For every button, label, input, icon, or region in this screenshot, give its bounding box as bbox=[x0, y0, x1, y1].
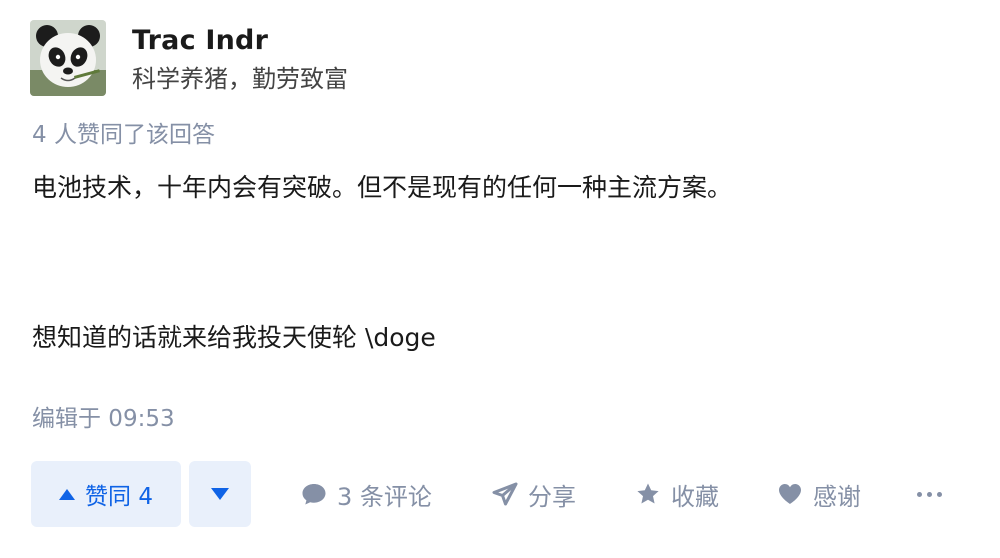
downvote-triangle-icon bbox=[211, 488, 229, 500]
more-button[interactable] bbox=[917, 461, 942, 527]
comments-label: 3 条评论 bbox=[337, 482, 432, 511]
thanks-label: 感谢 bbox=[813, 482, 861, 511]
heart-icon bbox=[777, 482, 803, 506]
author-info: Trac Indr 科学养猪，勤劳致富 bbox=[132, 20, 348, 96]
vote-summary[interactable]: 4 人赞同了该回答 bbox=[32, 120, 215, 150]
upvote-triangle-icon bbox=[59, 488, 76, 500]
thanks-button[interactable]: 感谢 bbox=[777, 461, 861, 527]
star-icon bbox=[635, 482, 661, 506]
paper-plane-icon bbox=[492, 482, 518, 506]
author-name[interactable]: Trac Indr bbox=[132, 24, 348, 58]
more-dots-icon bbox=[917, 491, 942, 497]
answer-paragraph: 想知道的话就来给我投天使轮 \doge bbox=[32, 323, 436, 352]
comment-bubble-icon bbox=[301, 482, 327, 506]
comments-button[interactable]: 3 条评论 bbox=[301, 461, 432, 527]
favorite-button[interactable]: 收藏 bbox=[635, 461, 719, 527]
panda-avatar-icon bbox=[30, 20, 106, 96]
favorite-label: 收藏 bbox=[671, 482, 719, 511]
share-button[interactable]: 分享 bbox=[492, 461, 576, 527]
upvote-label: 赞同 4 bbox=[85, 484, 153, 510]
answer-paragraph: 电池技术，十年内会有突破。但不是现有的任何一种主流方案。 bbox=[32, 173, 733, 202]
action-bar: 赞同 4 3 条评论 分享 收藏 感谢 bbox=[31, 461, 971, 527]
share-label: 分享 bbox=[528, 482, 576, 511]
avatar[interactable] bbox=[30, 20, 106, 96]
downvote-button[interactable] bbox=[189, 461, 251, 527]
edited-time[interactable]: 编辑于 09:53 bbox=[32, 404, 175, 434]
author-header: Trac Indr 科学养猪，勤劳致富 bbox=[30, 20, 348, 98]
answer-content: 电池技术，十年内会有突破。但不是现有的任何一种主流方案。 想知道的话就来给我投天… bbox=[32, 170, 972, 356]
author-bio: 科学养猪，勤劳致富 bbox=[132, 65, 348, 93]
upvote-button[interactable]: 赞同 4 bbox=[31, 461, 181, 527]
